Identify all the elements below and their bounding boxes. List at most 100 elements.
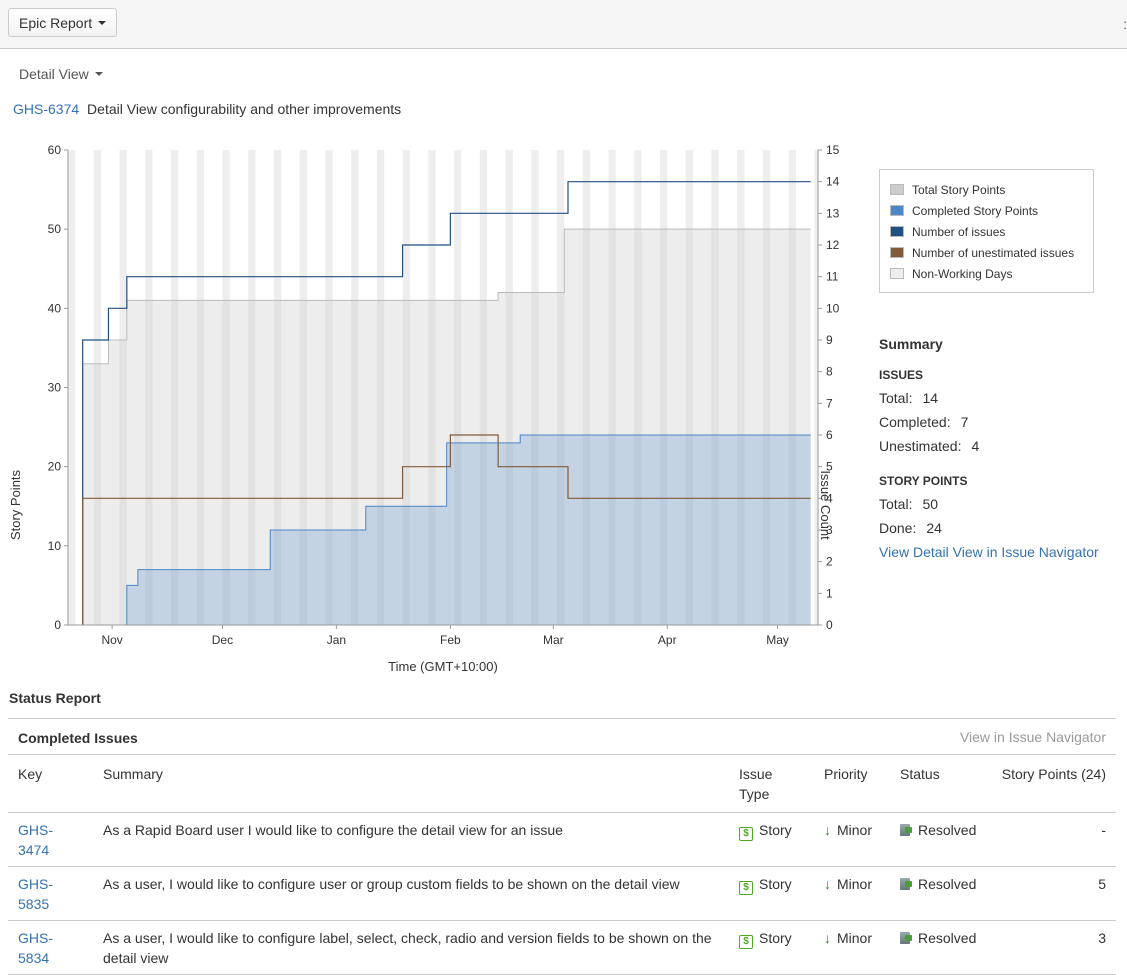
view-selector-label: Detail View — [19, 66, 89, 82]
resolved-icon — [900, 824, 912, 836]
y2-tick-label: 15 — [826, 143, 840, 157]
x-tick-label: May — [766, 633, 789, 647]
issue-status: Resolved — [890, 920, 990, 975]
y2-tick-label: 8 — [826, 365, 833, 379]
y-tick-label: 10 — [48, 539, 62, 553]
completed-issues-table: Key Summary Issue Type Priority Status St… — [8, 755, 1116, 975]
x-tick-label: Mar — [543, 633, 564, 647]
issue-status: Resolved — [890, 812, 990, 867]
y-tick-label: 60 — [48, 143, 62, 157]
y2-axis-label: Issue Count — [818, 470, 833, 540]
x-tick-label: Nov — [101, 633, 122, 647]
story-icon: $ — [739, 881, 753, 895]
col-status[interactable]: Status — [890, 755, 990, 813]
issue-summary: As a user, I would like to configure lab… — [93, 920, 729, 975]
y2-tick-label: 6 — [826, 428, 833, 442]
y2-tick-label: 0 — [826, 618, 833, 632]
col-summary[interactable]: Summary — [93, 755, 729, 813]
view-in-issue-navigator-link[interactable]: View Detail View in Issue Navigator — [879, 544, 1099, 560]
issue-key-link[interactable]: GHS-3474 — [18, 822, 53, 858]
epic-chart: 01020304050600123456789101112131415Nov De… — [8, 143, 840, 674]
x-tick-label: Dec — [212, 633, 233, 647]
x-tick-label: Feb — [440, 633, 461, 647]
issue-type: $ Story — [729, 866, 814, 921]
issue-priority: ↓ Minor — [814, 812, 890, 867]
report-type-dropdown[interactable]: Epic Report — [8, 8, 118, 37]
issue-type: $ Story — [729, 812, 814, 867]
legend-swatch — [890, 247, 904, 258]
issue-key-link[interactable]: GHS-5835 — [18, 876, 53, 912]
x-axis-label: Time (GMT+10:00) — [388, 659, 498, 674]
non-working-day-band — [814, 150, 818, 625]
issue-priority: ↓ Minor — [814, 866, 890, 921]
chart-legend: Total Story Points Completed Story Point… — [879, 169, 1094, 293]
issues-heading: ISSUES — [879, 368, 924, 382]
more-icon[interactable]: : — [1123, 16, 1127, 32]
resolved-icon — [900, 878, 912, 890]
legend-item: Non-Working Days — [890, 263, 1083, 284]
legend-item: Number of issues — [890, 221, 1083, 242]
y2-tick-label: 10 — [826, 301, 840, 315]
y-tick-label: 40 — [48, 301, 62, 315]
arrow-down-icon: ↓ — [824, 822, 831, 838]
epic-name: Detail View configurability and other im… — [87, 101, 402, 117]
issue-summary: As a Rapid Board user I would like to co… — [93, 812, 729, 867]
issue-status: Resolved — [890, 866, 990, 921]
issue-priority: ↓ Minor — [814, 920, 890, 975]
summary-total-issues: Total: 14 — [879, 390, 939, 406]
summary-completed-issues: Completed: 7 — [879, 414, 969, 430]
arrow-down-icon: ↓ — [824, 876, 831, 892]
legend-item: Total Story Points — [890, 179, 1083, 200]
story-icon: $ — [739, 827, 753, 841]
y-tick-label: 20 — [48, 460, 62, 474]
arrow-down-icon: ↓ — [824, 930, 831, 946]
y2-tick-label: 13 — [826, 206, 840, 220]
col-priority[interactable]: Priority — [814, 755, 890, 813]
story-points-heading: STORY POINTS — [879, 474, 968, 488]
y2-tick-label: 2 — [826, 555, 833, 569]
y2-tick-label: 9 — [826, 333, 833, 347]
summary-unestimated-issues: Unestimated: 4 — [879, 438, 980, 454]
epic-key-link[interactable]: GHS-6374 — [13, 101, 79, 117]
y2-tick-label: 11 — [826, 270, 839, 284]
issue-summary: As a user, I would like to configure use… — [93, 866, 729, 921]
view-selector-dropdown[interactable]: Detail View — [19, 66, 103, 82]
y-tick-label: 30 — [48, 381, 62, 395]
legend-item: Number of unestimated issues — [890, 242, 1083, 263]
col-key[interactable]: Key — [8, 755, 93, 813]
view-in-navigator-link[interactable]: View in Issue Navigator — [960, 729, 1106, 745]
issue-type: $ Story — [729, 920, 814, 975]
table-row: GHS-5834 As a user, I would like to conf… — [8, 920, 1116, 975]
summary-total-points: Total: 50 — [879, 496, 939, 512]
legend-swatch — [890, 226, 904, 237]
y-tick-label: 0 — [54, 618, 61, 632]
top-toolbar: Epic Report : — [0, 0, 1127, 49]
epic-title: GHS-6374 Detail View configurability and… — [13, 101, 401, 117]
table-header-row: Key Summary Issue Type Priority Status St… — [8, 755, 1116, 813]
legend-item: Completed Story Points — [890, 200, 1083, 221]
completed-issues-heading: Completed Issues — [18, 730, 138, 746]
x-tick-label: Apr — [658, 633, 677, 647]
issue-story-points: 3 — [990, 920, 1116, 975]
completed-issues-header: Completed Issues View in Issue Navigator — [8, 719, 1116, 755]
completed-issues-section: Completed Issues View in Issue Navigator… — [8, 718, 1116, 975]
report-type-label: Epic Report — [19, 14, 93, 31]
summary-done-points: Done: 24 — [879, 520, 942, 536]
issue-key-link[interactable]: GHS-5834 — [18, 930, 53, 966]
y-tick-label: 50 — [48, 222, 62, 236]
chevron-down-icon — [94, 72, 103, 76]
y-axis-label: Story Points — [8, 469, 23, 540]
y2-tick-label: 7 — [826, 396, 833, 410]
col-issue-type[interactable]: Issue Type — [729, 755, 814, 813]
resolved-icon — [900, 932, 912, 944]
issue-story-points: - — [990, 812, 1116, 867]
chevron-down-icon — [98, 20, 107, 25]
legend-swatch — [890, 268, 904, 279]
status-report-heading: Status Report — [9, 690, 101, 706]
non-working-day-band — [68, 150, 76, 625]
legend-swatch — [890, 184, 904, 195]
summary-panel: Summary ISSUES Total: 14 Completed: 7 Unes… — [879, 336, 1119, 560]
y2-tick-label: 12 — [826, 238, 840, 252]
legend-swatch — [890, 205, 904, 216]
col-story-points[interactable]: Story Points (24) — [990, 755, 1116, 813]
